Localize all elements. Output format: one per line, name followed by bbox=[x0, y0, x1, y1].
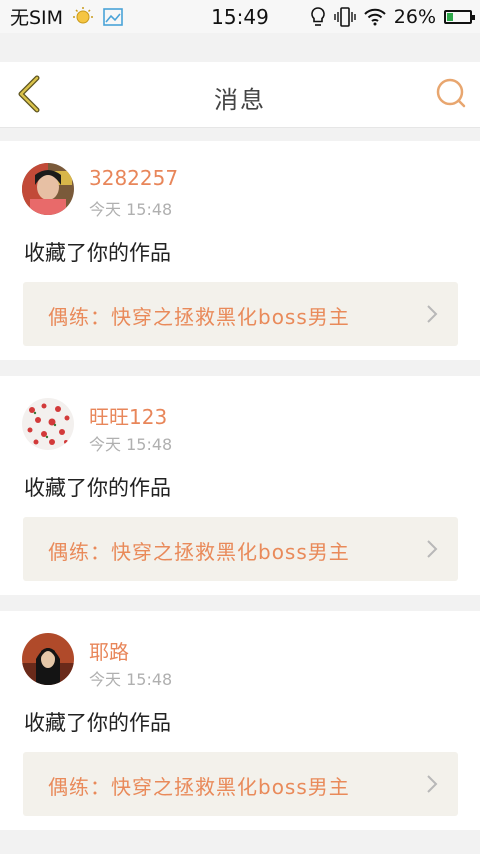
chevron-right-icon bbox=[427, 305, 438, 323]
message-action: 收藏了你的作品 bbox=[24, 711, 171, 735]
battery-percent: 26% bbox=[393, 5, 436, 28]
message-time: 今天 15:48 bbox=[89, 435, 173, 454]
message-action: 收藏了你的作品 bbox=[24, 476, 171, 500]
status-bar: 无SIM 15:49 26% bbox=[0, 0, 480, 33]
chevron-right-icon bbox=[427, 775, 438, 793]
image-icon bbox=[103, 7, 123, 26]
work-title: 偶练：快穿之拯救黑化boss男主 bbox=[48, 305, 350, 329]
username[interactable]: 耶路 bbox=[89, 636, 129, 665]
avatar[interactable] bbox=[22, 398, 74, 450]
status-right: 26% bbox=[310, 5, 475, 28]
work-link[interactable]: 偶练：快穿之拯救黑化boss男主 bbox=[23, 517, 458, 581]
message-card: 3282257 今天 15:48 收藏了你的作品 偶练：快穿之拯救黑化boss男… bbox=[0, 141, 480, 360]
battery-icon bbox=[444, 9, 475, 24]
work-title: 偶练：快穿之拯救黑化boss男主 bbox=[48, 775, 350, 799]
battery-level bbox=[447, 12, 453, 21]
page-title: 消息 bbox=[214, 86, 266, 114]
carrier-label: 无SIM bbox=[10, 7, 64, 29]
status-left: 无SIM bbox=[10, 3, 123, 30]
work-link[interactable]: 偶练：快穿之拯救黑化boss男主 bbox=[23, 752, 458, 816]
bulb-icon bbox=[71, 6, 95, 28]
message-time: 今天 15:48 bbox=[89, 200, 173, 219]
search-icon bbox=[436, 78, 466, 108]
avatar[interactable] bbox=[22, 633, 74, 685]
search-button[interactable] bbox=[434, 76, 468, 110]
message-card: 耶路 今天 15:48 收藏了你的作品 偶练：快穿之拯救黑化boss男主 bbox=[0, 611, 480, 830]
lamp-icon bbox=[310, 6, 326, 28]
work-link[interactable]: 偶练：快穿之拯救黑化boss男主 bbox=[23, 282, 458, 346]
message-action: 收藏了你的作品 bbox=[24, 241, 171, 265]
username[interactable]: 3282257 bbox=[89, 166, 178, 190]
username[interactable]: 旺旺123 bbox=[89, 401, 167, 430]
avatar[interactable] bbox=[22, 163, 74, 215]
message-time: 今天 15:48 bbox=[89, 670, 173, 689]
chevron-right-icon bbox=[427, 540, 438, 558]
wifi-icon bbox=[364, 8, 386, 26]
work-title: 偶练：快穿之拯救黑化boss男主 bbox=[48, 540, 350, 564]
top-bar: 消息 bbox=[0, 62, 480, 128]
vibrate-icon bbox=[334, 6, 356, 28]
message-card: 旺旺123 今天 15:48 收藏了你的作品 偶练：快穿之拯救黑化boss男主 bbox=[0, 376, 480, 595]
